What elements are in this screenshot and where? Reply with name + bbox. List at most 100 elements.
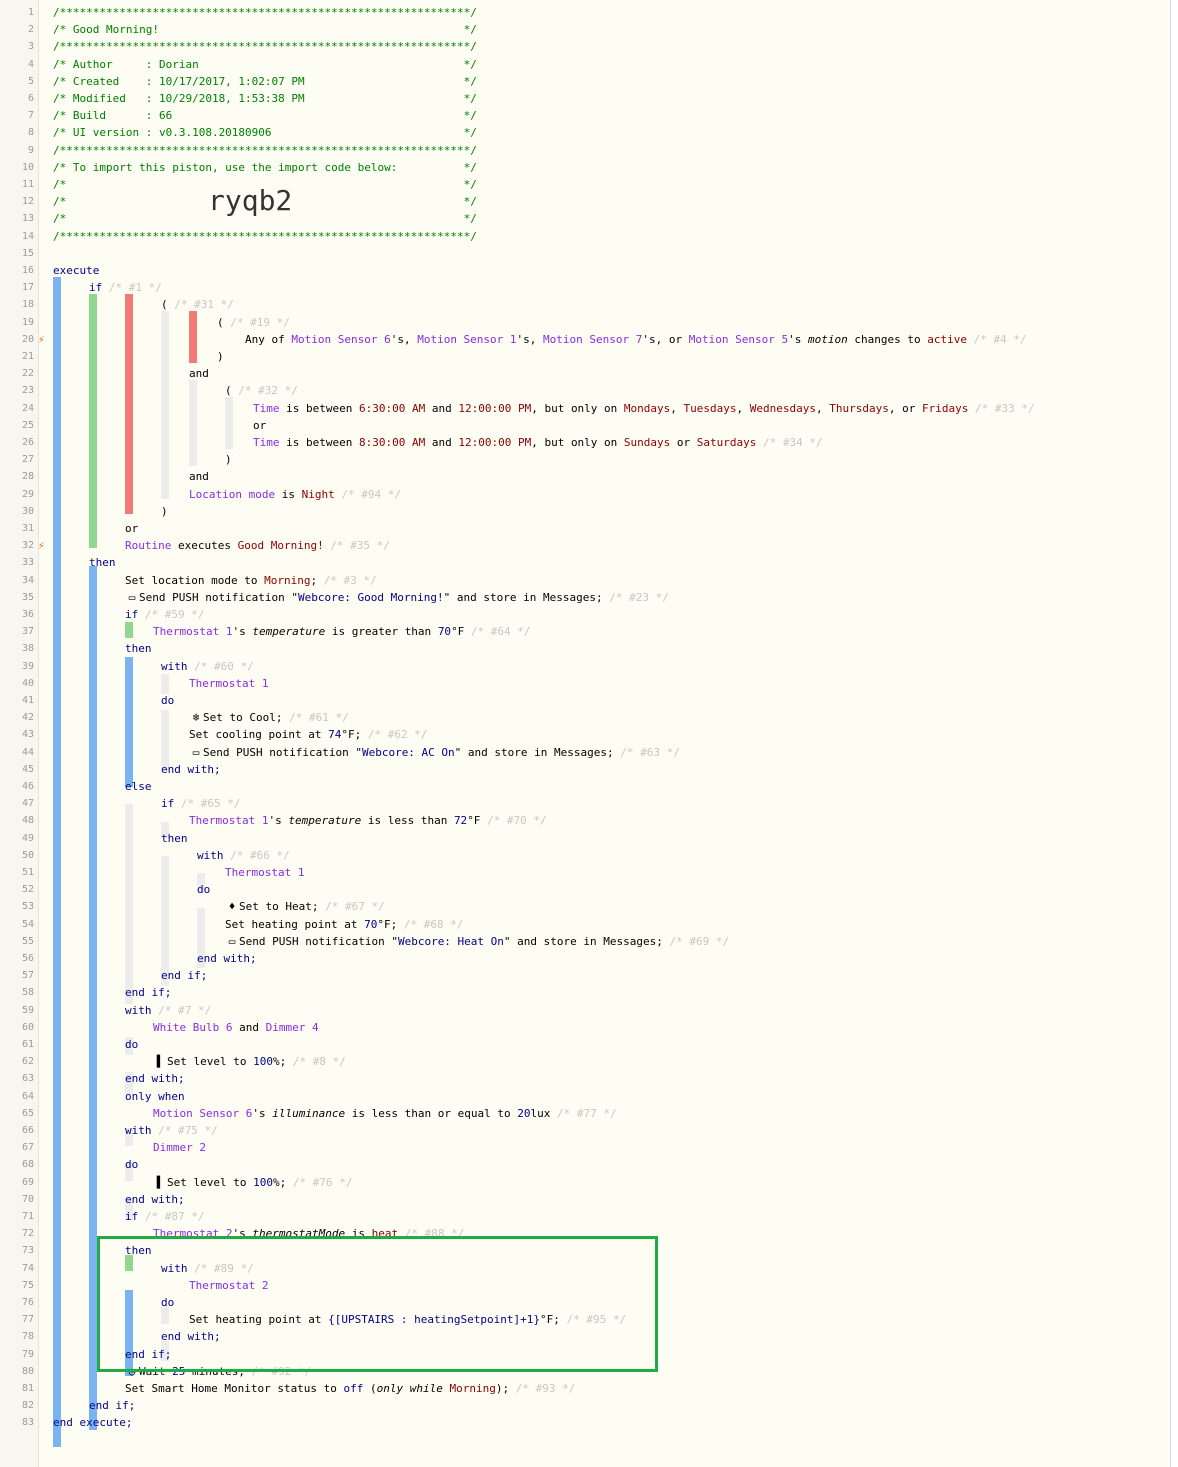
token-temperature: temperature: [288, 814, 362, 828]
code-line[interactable]: with /* #66 */: [197, 849, 290, 863]
token-send-push: Send PUSH notification ": [203, 745, 362, 759]
code-line[interactable]: do: [125, 1158, 138, 1172]
code-line[interactable]: ▭ Send PUSH notification "Webcore: Heat O…: [225, 935, 729, 949]
if-condition-bar: [89, 294, 97, 548]
code-line[interactable]: do: [197, 883, 210, 897]
token-c61: /* #61 */: [289, 711, 349, 725]
token-comma: ,: [736, 401, 750, 415]
token-c93: /* #93 */: [515, 1382, 576, 1395]
code-line[interactable]: then: [161, 832, 188, 846]
token-or: or: [253, 418, 267, 432]
code-line[interactable]: then: [89, 556, 116, 570]
code-line[interactable]: Thermostat 1's temperature is less than …: [189, 814, 547, 828]
code-line[interactable]: then: [125, 642, 152, 656]
code-line[interactable]: Thermostat 1: [225, 866, 304, 880]
code-line[interactable]: if /* #59 */: [125, 608, 204, 622]
token-v20: 20: [517, 1106, 531, 1120]
token-set-loc-mode: Set location mode to: [125, 573, 265, 587]
code-line[interactable]: end if;: [125, 986, 171, 1000]
code-line[interactable]: Routine executes Good Morning! /* #35 */: [125, 539, 390, 553]
token-c94: /* #94 */: [341, 487, 401, 501]
code-line[interactable]: end with;: [197, 952, 257, 966]
code-line[interactable]: Thermostat 1: [189, 677, 268, 691]
token-c87: /* #87 */: [144, 1210, 205, 1223]
code-line[interactable]: with /* #75 */: [125, 1124, 218, 1138]
code-line[interactable]: else: [125, 780, 152, 794]
line-number: 67: [21, 1142, 34, 1154]
code-line[interactable]: ▌ Set level to 100%; /* #76 */: [153, 1176, 353, 1190]
do-bar-60: [161, 710, 169, 770]
token-time: Time: [253, 401, 280, 415]
code-line[interactable]: ▭ Send PUSH notification "Webcore: Good M…: [125, 591, 669, 605]
token-lux: lux: [530, 1106, 551, 1120]
token-c64: /* #64 */: [470, 625, 531, 639]
code-line[interactable]: Set heating point at 70°F; /* #68 */: [225, 918, 463, 932]
token-v72: 72: [453, 814, 468, 828]
code-line[interactable]: Motion Sensor 6's illuminance is less th…: [153, 1107, 617, 1121]
code-line[interactable]: Set location mode to Morning; /* #3 */: [125, 574, 377, 588]
token-then: then: [161, 831, 188, 845]
code-line[interactable]: do: [161, 694, 174, 708]
token-time: Time: [253, 436, 280, 449]
then-bar-59: [125, 657, 133, 787]
code-line[interactable]: end with;: [125, 1072, 185, 1086]
code-line[interactable]: if /* #87 */: [125, 1210, 204, 1224]
code-line[interactable]: ( /* #19 */: [217, 316, 290, 330]
token-but-only: , but only on: [531, 436, 624, 449]
code-line[interactable]: ♦ Set to Heat; /* #67 */: [225, 900, 385, 914]
code-line[interactable]: if /* #65 */: [161, 797, 240, 811]
token-end-execute: end execute;: [53, 1416, 133, 1430]
code-line[interactable]: ▌ Set level to 100%; /* #8 */: [153, 1055, 346, 1069]
code-line[interactable]: ): [217, 350, 224, 364]
code-line[interactable]: ( /* #31 */: [161, 298, 234, 312]
code-line[interactable]: Thermostat 1's temperature is greater th…: [153, 625, 531, 639]
code-line[interactable]: Time is between 8:30:00 AM and 12:00:00 …: [253, 436, 823, 450]
code-line[interactable]: ( /* #32 */: [225, 384, 298, 398]
code-line[interactable]: end with;: [161, 763, 221, 777]
code-line[interactable]: or: [125, 522, 138, 536]
code-line[interactable]: ): [161, 505, 168, 519]
code-line[interactable]: or: [253, 419, 266, 433]
code-line[interactable]: with /* #7 */: [125, 1004, 211, 1018]
token-c8: /* #8 */: [292, 1055, 346, 1069]
code-line[interactable]: execute: [53, 264, 99, 278]
code-line[interactable]: end with;: [125, 1193, 185, 1207]
line-number: 14: [21, 230, 34, 242]
code-line[interactable]: if /* #1 */: [89, 281, 162, 295]
code-line[interactable]: end if;: [161, 969, 207, 983]
line-number: 46: [21, 781, 34, 792]
code-line[interactable]: Dimmer 2: [153, 1141, 206, 1155]
token-s-text: 's: [232, 625, 253, 639]
highlight-box: [97, 1236, 658, 1372]
code-line[interactable]: and: [189, 367, 209, 381]
code-line[interactable]: Location mode is Night /* #94 */: [189, 488, 401, 502]
code-line[interactable]: Set cooling point at 74°F; /* #62 */: [189, 728, 427, 742]
code-line[interactable]: Set Smart Home Monitor status to off (on…: [125, 1382, 575, 1396]
code-line[interactable]: ▭ Send PUSH notification "Webcore: AC On"…: [189, 746, 680, 760]
code-line[interactable]: ❄ Set to Cool; /* #61 */: [189, 711, 349, 725]
code-line[interactable]: end if;: [89, 1399, 135, 1413]
token-end-with: end with;: [161, 762, 221, 776]
cond-bar-64: [125, 622, 133, 638]
trigger-bar: [189, 311, 197, 363]
code-line[interactable]: end execute;: [53, 1416, 132, 1430]
code-line[interactable]: with /* #60 */: [161, 660, 254, 674]
code-line[interactable]: ): [225, 453, 232, 467]
header-comment-line: /***************************************…: [53, 143, 477, 157]
code-line[interactable]: do: [125, 1038, 138, 1052]
token-but-only: , but only on: [531, 401, 624, 415]
token-location-mode: Location mode: [189, 487, 276, 501]
header-comment-line: /***************************************…: [53, 229, 477, 243]
line-number: 54: [21, 918, 34, 930]
code-line[interactable]: and: [189, 470, 209, 484]
token-msg-gm: Webcore: Good Morning!: [297, 590, 444, 604]
line-number: 19: [21, 316, 34, 328]
token-if: if: [125, 608, 139, 621]
token-with: with: [125, 1003, 152, 1017]
code-line[interactable]: only when: [125, 1090, 185, 1104]
code-line[interactable]: Time is between 6:30:00 AM and 12:00:00 …: [253, 402, 1035, 416]
code-line[interactable]: Any of Motion Sensor 6's, Motion Sensor …: [245, 333, 1027, 347]
code-line[interactable]: White Bulb 6 and Dimmer 4: [153, 1021, 319, 1035]
line-number: 53: [21, 901, 34, 913]
line-number: 20: [21, 333, 34, 345]
